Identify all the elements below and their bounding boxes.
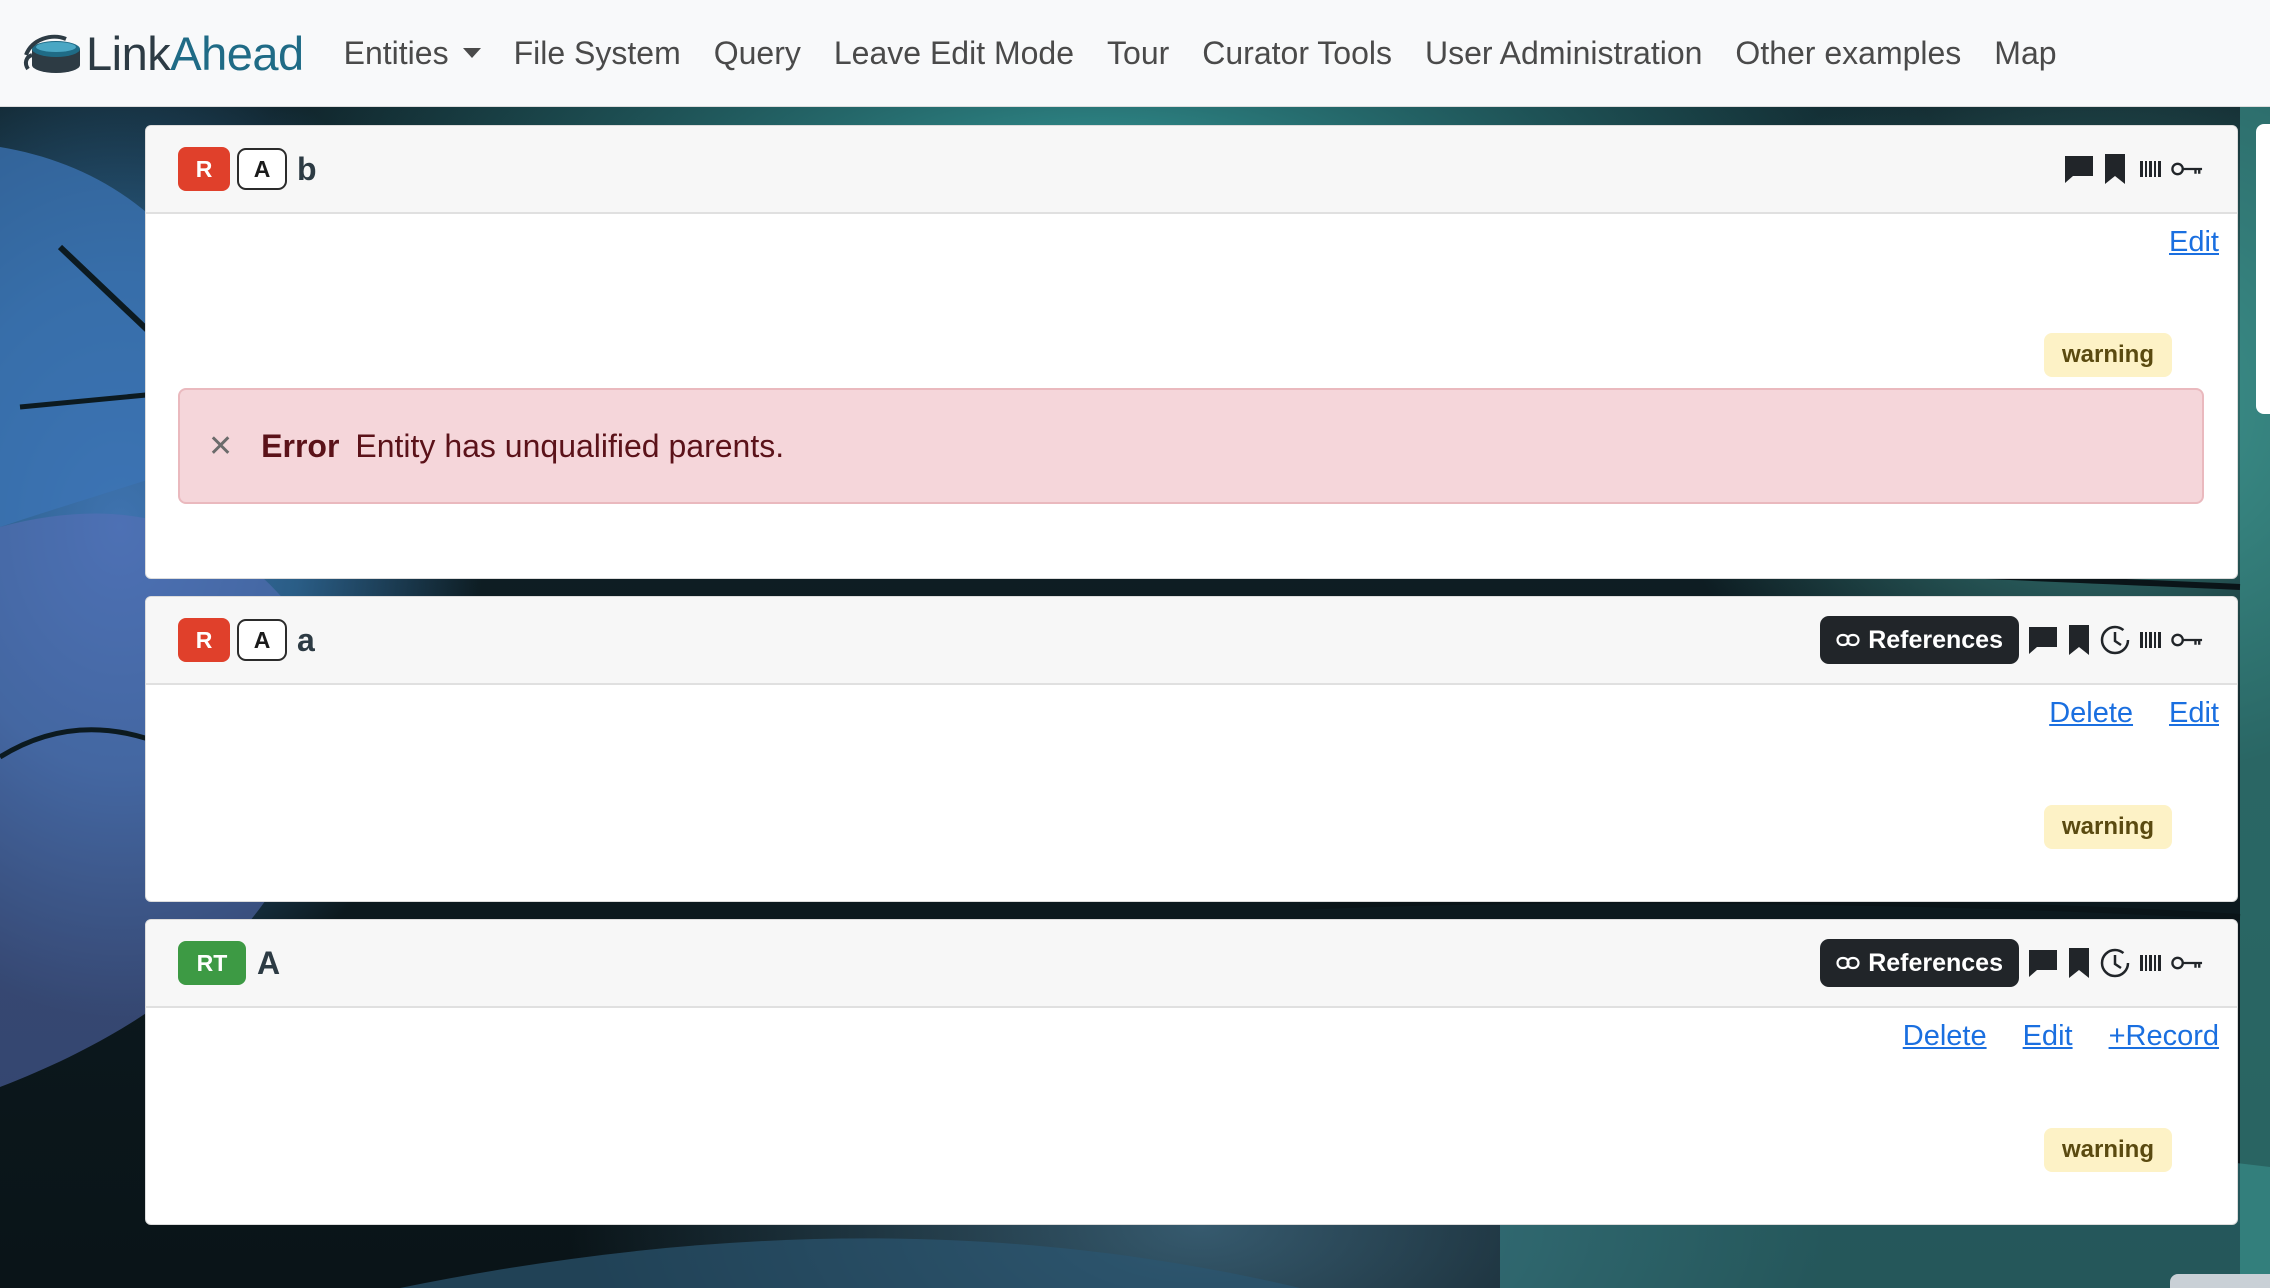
entity-header-tools [2059,126,2203,212]
entity-card-recordtype-A: RT A References Delete Edit +Record warn… [145,919,2238,1225]
top-navbar: LinkAhead Entities File System Query Lea… [0,0,2270,107]
nav-curator-tools[interactable]: Curator Tools [1202,35,1392,72]
nav-other-examples[interactable]: Other examples [1735,35,1961,72]
nav-map[interactable]: Map [1994,35,2056,72]
key-icon[interactable] [2171,947,2203,979]
role-badge-record[interactable]: R [178,147,230,191]
edit-link[interactable]: Edit [2169,226,2219,259]
key-icon[interactable] [2171,153,2203,185]
entity-actions: Delete Edit +Record [1867,1020,2219,1053]
corner-panel-edge [2170,1274,2270,1288]
references-button[interactable]: References [1820,616,2019,664]
linkahead-logo-icon [23,34,80,73]
barcode-icon[interactable] [2135,153,2167,185]
close-icon[interactable]: ✕ [208,429,233,464]
error-title: Error [261,427,340,464]
comment-icon[interactable] [2027,947,2059,979]
link-icon [1836,956,1860,970]
nav-menu: Entities File System Query Leave Edit Mo… [344,35,2090,72]
nav-tour[interactable]: Tour [1107,35,1169,72]
key-icon[interactable] [2171,624,2203,656]
parent-badge[interactable]: A [237,619,287,661]
entity-card-b: R A b Edit warning ✕ Error Entity has un… [145,125,2238,579]
parent-badge[interactable]: A [237,148,287,190]
nav-user-administration[interactable]: User Administration [1425,35,1702,72]
warning-badge: warning [2043,333,2172,377]
entity-name[interactable]: A [257,945,280,982]
brand-name: LinkAhead [86,26,304,81]
chevron-down-icon [462,48,481,58]
side-panel-edge [2256,124,2270,414]
brand-logo-link[interactable]: LinkAhead [22,25,304,81]
history-icon[interactable] [2099,947,2131,979]
entity-name[interactable]: a [297,622,315,659]
barcode-icon[interactable] [2135,624,2167,656]
bookmark-icon[interactable] [2063,947,2095,979]
warning-badge: warning [2043,1128,2172,1172]
references-label: References [1868,948,2003,977]
bookmark-icon[interactable] [2063,624,2095,656]
comment-icon[interactable] [2063,153,2095,185]
nav-query[interactable]: Query [714,35,801,72]
entity-header: R A b [146,126,2237,214]
entity-header: R A a References [146,597,2237,685]
entity-card-a: R A a References Delete Edit warning [145,596,2238,902]
edit-link[interactable]: Edit [2023,1020,2073,1053]
edit-link[interactable]: Edit [2169,697,2219,730]
nav-entities-dropdown[interactable]: Entities [344,35,481,72]
entity-actions: Edit [2133,226,2219,259]
nav-entities-label: Entities [343,34,449,71]
entity-header: RT A References [146,920,2237,1008]
delete-link[interactable]: Delete [2049,697,2133,730]
entity-header-tools: References [1820,920,2203,1006]
references-label: References [1868,625,2003,654]
nav-file-system[interactable]: File System [514,35,681,72]
warning-badge: warning [2043,805,2172,849]
bookmark-icon[interactable] [2099,153,2131,185]
role-badge-record[interactable]: R [178,618,230,662]
brand-name-ahead: Ahead [170,26,304,80]
entity-header-tools: References [1820,597,2203,683]
references-button[interactable]: References [1820,939,2019,987]
link-icon [1836,633,1860,647]
role-badge-recordtype[interactable]: RT [178,941,246,985]
entity-actions: Delete Edit [2013,697,2219,730]
entity-name[interactable]: b [297,151,317,188]
error-alert: ✕ Error Entity has unqualified parents. [178,388,2204,504]
error-message: Entity has unqualified parents. [355,427,785,464]
add-record-link[interactable]: +Record [2109,1020,2219,1053]
history-icon[interactable] [2099,624,2131,656]
barcode-icon[interactable] [2135,947,2167,979]
brand-name-link: Link [86,26,171,80]
delete-link[interactable]: Delete [1903,1020,1987,1053]
comment-icon[interactable] [2027,624,2059,656]
nav-leave-edit-mode[interactable]: Leave Edit Mode [834,35,1074,72]
